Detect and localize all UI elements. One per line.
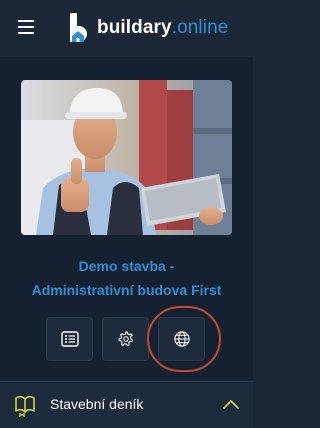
list-button[interactable] [46, 317, 93, 361]
menu-label: Stavební deník [50, 396, 144, 412]
menu-item-stavebni-denik[interactable]: Stavební deník [0, 381, 253, 428]
chevron-up-icon[interactable] [222, 396, 240, 414]
brand-main-text: buildary [97, 17, 172, 38]
list-icon [60, 331, 79, 347]
top-bar: buildary.online [0, 0, 253, 57]
gear-icon [118, 331, 133, 347]
web-button[interactable] [158, 317, 205, 361]
logo-icon [70, 13, 87, 42]
project-title[interactable]: Demo stavba - Administrativní budova Fir… [0, 254, 253, 302]
project-title-line1: Demo stavba - [78, 258, 175, 274]
project-photo [21, 80, 232, 235]
brand-tld-text: .online [171, 17, 229, 38]
settings-button[interactable] [102, 317, 149, 361]
globe-icon [173, 331, 190, 347]
book-icon [15, 395, 35, 417]
project-title-line2: Administrativní budova First [31, 282, 222, 298]
hamburger-menu-icon[interactable] [18, 20, 34, 34]
brand-logo[interactable]: buildary.online [97, 17, 228, 39]
